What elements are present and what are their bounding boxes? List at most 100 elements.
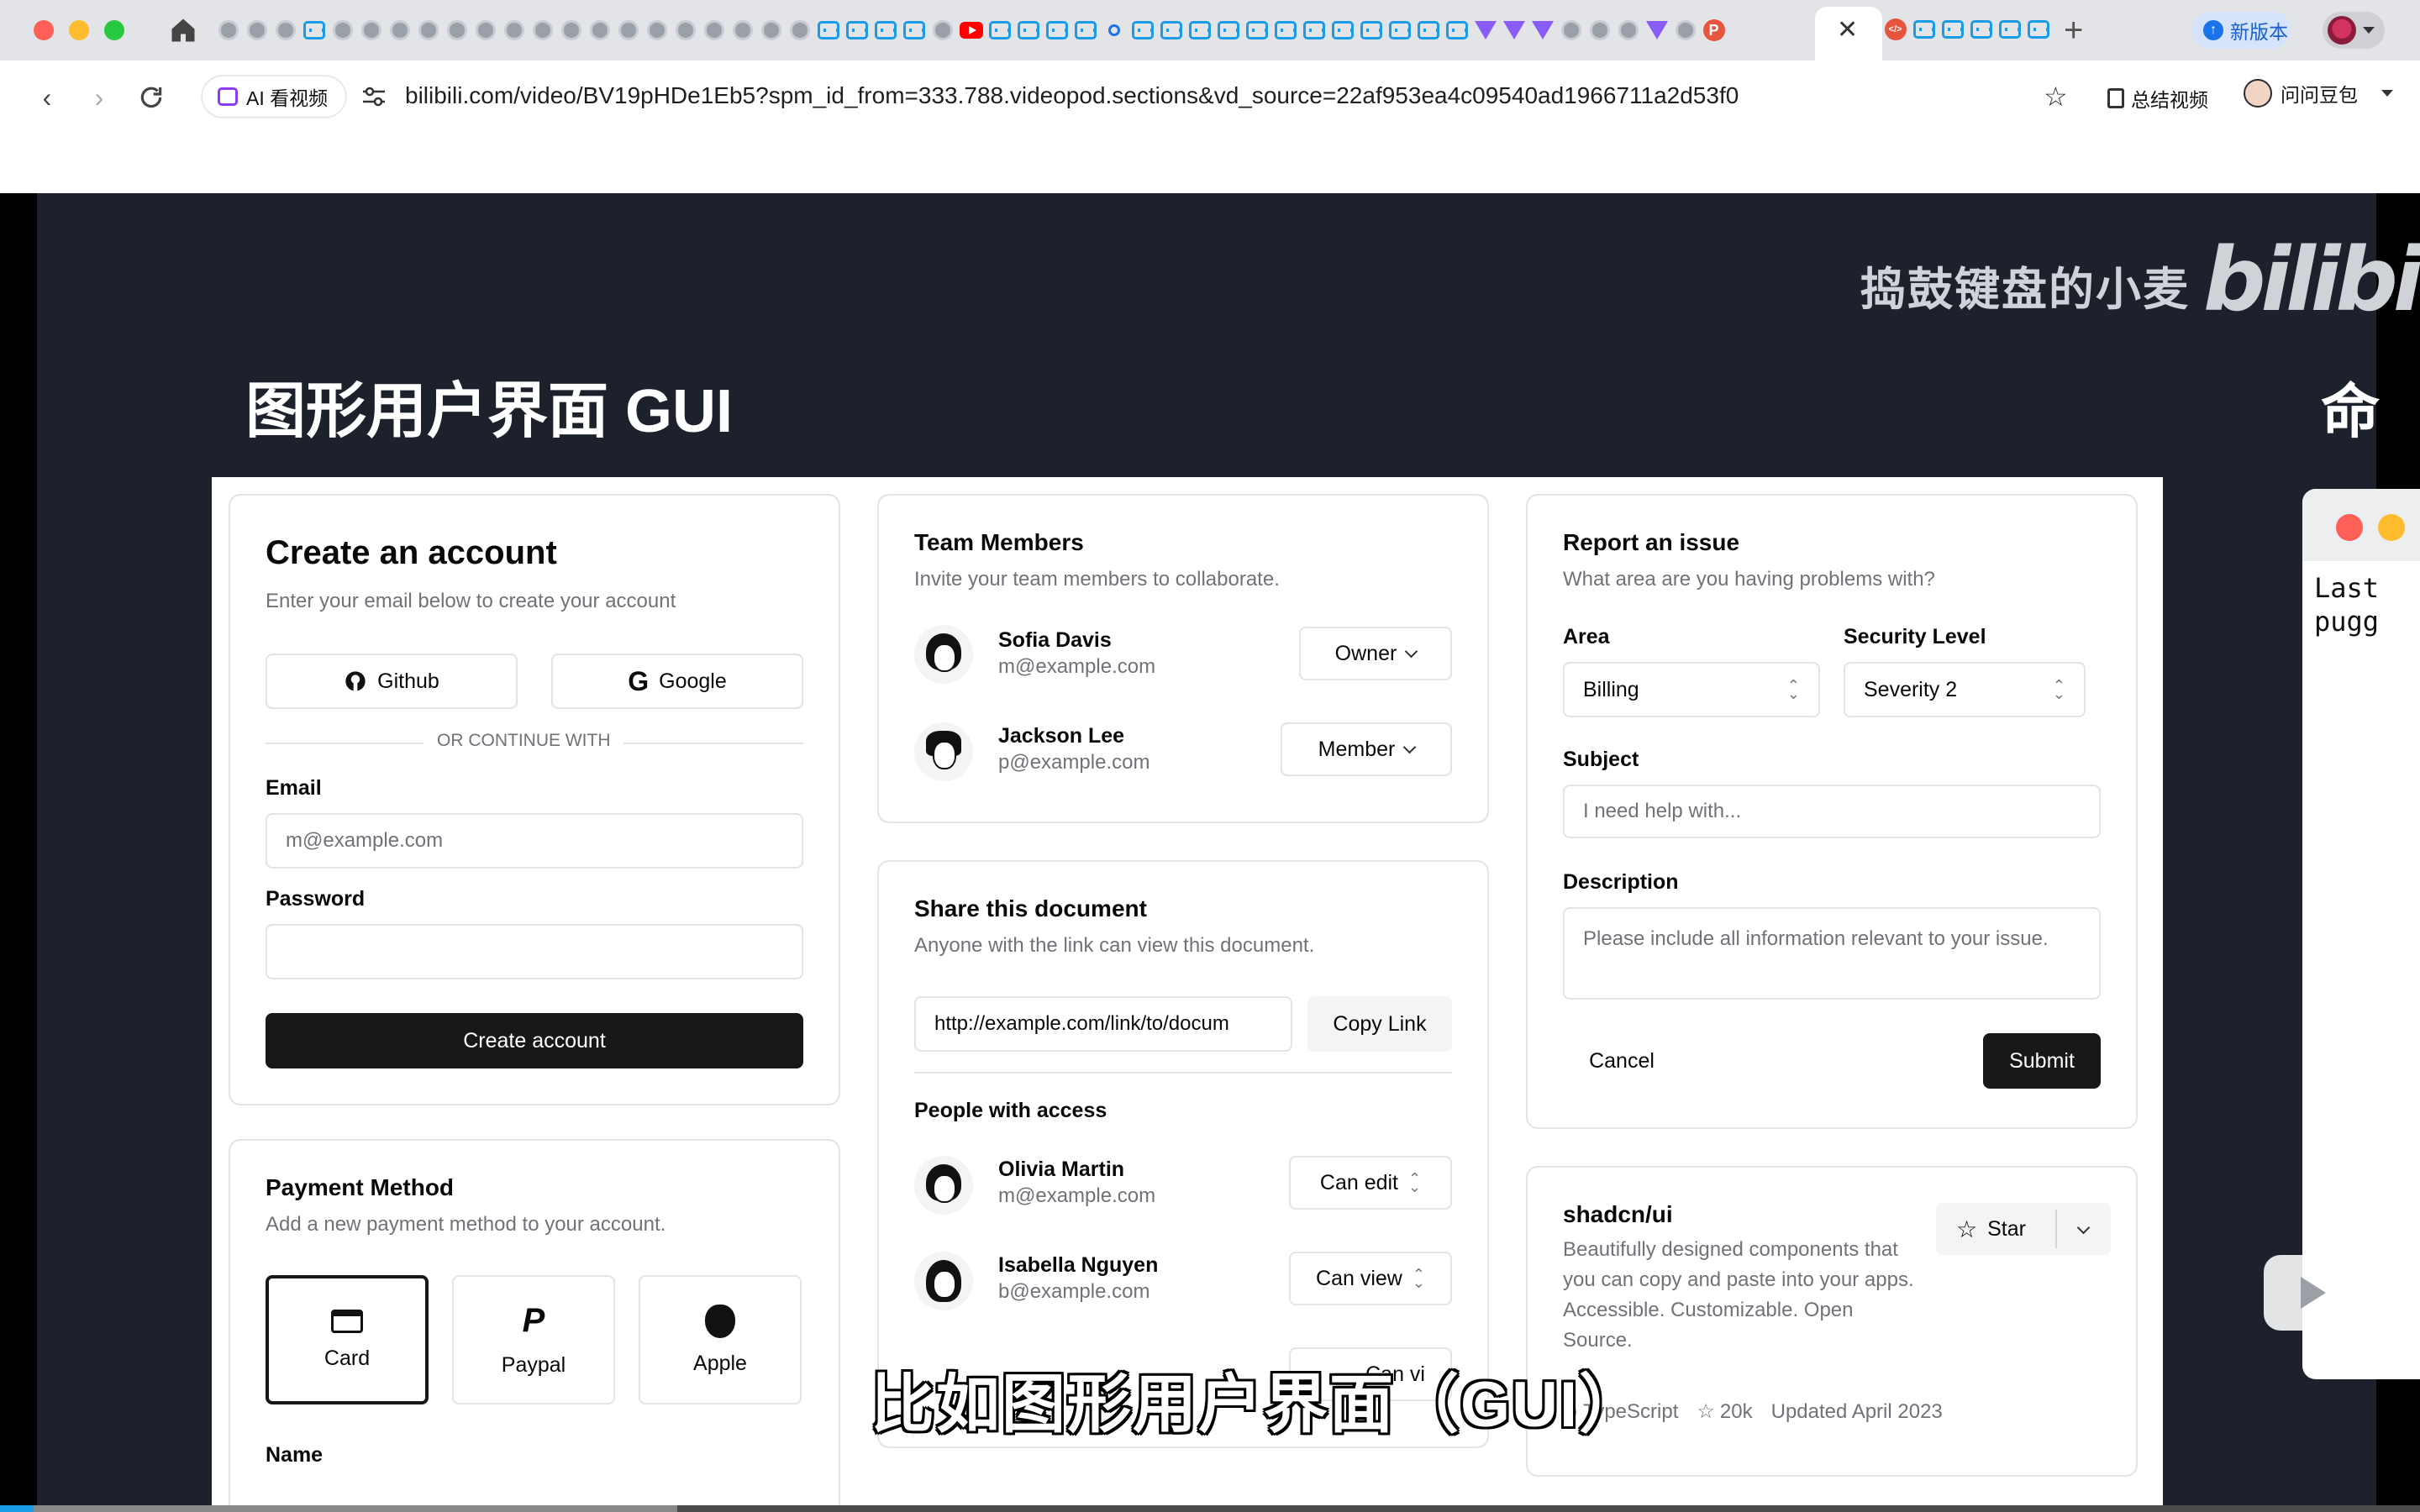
new-tab-button[interactable]: +: [2064, 10, 2083, 50]
email-field[interactable]: m@example.com: [266, 813, 803, 869]
globe-icon[interactable]: [929, 18, 955, 43]
vite-icon[interactable]: [1529, 18, 1555, 43]
bilibili-icon[interactable]: [1968, 17, 1994, 42]
maximize-window-button[interactable]: [104, 20, 124, 40]
globe-icon[interactable]: [729, 18, 755, 43]
bilibili-icon[interactable]: [1358, 18, 1384, 43]
doubao-button[interactable]: 问问豆包: [2244, 79, 2393, 108]
globe-icon[interactable]: [529, 18, 555, 43]
share-link-field[interactable]: http://example.com/link/to/docum: [914, 996, 1292, 1052]
payment-option-apple[interactable]: Apple: [639, 1275, 802, 1404]
bilibili-icon[interactable]: [844, 18, 870, 43]
bilibili-icon[interactable]: [1386, 18, 1413, 43]
description-textarea[interactable]: Please include all information relevant …: [1563, 907, 2101, 1000]
terminal-close-button[interactable]: [2336, 514, 2363, 541]
globe-icon[interactable]: [387, 18, 413, 43]
globe-icon[interactable]: [244, 18, 270, 43]
vite-icon[interactable]: [1472, 18, 1498, 43]
globe-icon[interactable]: [786, 18, 813, 43]
bilibili-icon[interactable]: [2025, 17, 2051, 42]
terminal-minimize-button[interactable]: [2378, 514, 2405, 541]
bilibili-icon[interactable]: [1444, 18, 1470, 43]
bilibili-icon[interactable]: [1015, 18, 1041, 43]
youtube-icon[interactable]: [958, 18, 984, 43]
globe-icon[interactable]: [1672, 18, 1698, 43]
bilibili-icon[interactable]: [301, 18, 327, 43]
globe-icon[interactable]: [501, 18, 527, 43]
password-field[interactable]: [266, 924, 803, 979]
new-version-button[interactable]: ↑ 新版本: [2191, 12, 2291, 49]
globe-icon[interactable]: [1615, 18, 1641, 43]
globe-icon[interactable]: [415, 18, 441, 43]
bilibili-icon[interactable]: [872, 18, 898, 43]
bilibili-icon[interactable]: [1129, 18, 1155, 43]
code-icon[interactable]: </>: [1882, 17, 1908, 42]
bilibili-icon[interactable]: [1215, 18, 1241, 43]
globe-icon[interactable]: [329, 18, 355, 43]
globe-icon[interactable]: [358, 18, 384, 43]
globe-icon[interactable]: [272, 18, 298, 43]
bilibili-icon[interactable]: [1158, 18, 1184, 43]
globe-icon[interactable]: [758, 18, 784, 43]
submit-button[interactable]: Submit: [1983, 1033, 2101, 1089]
close-window-button[interactable]: [34, 20, 54, 40]
forward-icon[interactable]: ›: [82, 81, 116, 114]
bilibili-icon[interactable]: [1044, 18, 1070, 43]
reload-icon[interactable]: [138, 84, 165, 111]
globe-icon[interactable]: [215, 18, 241, 43]
bilibili-icon[interactable]: [815, 18, 841, 43]
payment-option-paypal[interactable]: P Paypal: [452, 1275, 615, 1404]
globe-icon[interactable]: [644, 18, 670, 43]
vite-icon[interactable]: [1644, 18, 1670, 43]
payment-option-card[interactable]: Card: [266, 1275, 429, 1404]
bilibili-icon[interactable]: [1939, 17, 1965, 42]
bilibili-icon[interactable]: [1301, 18, 1327, 43]
globe-icon[interactable]: [1558, 18, 1584, 43]
bilibili-icon[interactable]: [1996, 17, 2023, 42]
bilibili-icon[interactable]: [1329, 18, 1355, 43]
role-select[interactable]: Owner: [1299, 627, 1452, 680]
globe-icon[interactable]: [701, 18, 727, 43]
url-field[interactable]: bilibili.com/video/BV19pHDe1Eb5?spm_id_f…: [405, 82, 1739, 109]
bilibili-icon[interactable]: [1072, 18, 1098, 43]
subject-field[interactable]: I need help with...: [1563, 785, 2101, 838]
video-player[interactable]: 捣鼓键盘的小麦 bilibili 图形用户界面 GUI 命 Create an …: [0, 193, 2420, 1512]
access-select[interactable]: Can edit ⌃ ⌄: [1289, 1156, 1452, 1210]
vite-icon[interactable]: [1501, 18, 1527, 43]
summarize-video-button[interactable]: 总结视频: [2107, 84, 2208, 113]
role-select[interactable]: Member: [1281, 722, 1452, 776]
access-select[interactable]: Can view ⌃ ⌄: [1289, 1252, 1452, 1305]
globe-icon[interactable]: [587, 18, 613, 43]
search-icon[interactable]: [1101, 18, 1127, 43]
close-tab-icon[interactable]: ✕: [1837, 15, 1858, 45]
play-icon[interactable]: [2264, 1255, 2354, 1331]
ai-video-button[interactable]: AI 看视频: [202, 76, 346, 118]
globe-icon[interactable]: [672, 18, 698, 43]
globe-icon[interactable]: [444, 18, 470, 43]
google-button[interactable]: G Google: [551, 654, 803, 709]
bookmark-star-icon[interactable]: ☆: [2044, 81, 2068, 113]
bilibili-icon[interactable]: [1186, 18, 1213, 43]
create-account-button[interactable]: Create account: [266, 1013, 803, 1068]
bilibili-icon[interactable]: [1911, 17, 1937, 42]
globe-icon[interactable]: [472, 18, 498, 43]
bilibili-icon[interactable]: [1244, 18, 1270, 43]
globe-icon[interactable]: [558, 18, 584, 43]
site-settings-icon[interactable]: [361, 86, 387, 108]
bilibili-icon[interactable]: [986, 18, 1013, 43]
profile-menu[interactable]: [2323, 12, 2385, 49]
globe-icon[interactable]: [1586, 18, 1612, 43]
home-icon[interactable]: [168, 15, 198, 45]
minimize-window-button[interactable]: [69, 20, 89, 40]
security-level-select[interactable]: Severity 2 ⌃ ⌄: [1844, 662, 2086, 717]
video-progress-bar[interactable]: [0, 1505, 2420, 1512]
bilibili-icon[interactable]: [1415, 18, 1441, 43]
github-button[interactable]: Github: [266, 654, 518, 709]
back-icon[interactable]: ‹: [30, 81, 64, 114]
p-app-icon[interactable]: P: [1701, 18, 1727, 43]
globe-icon[interactable]: [615, 18, 641, 43]
bilibili-icon[interactable]: [901, 18, 927, 43]
copy-link-button[interactable]: Copy Link: [1307, 996, 1452, 1052]
cancel-button[interactable]: Cancel: [1563, 1033, 1681, 1089]
bilibili-icon[interactable]: [1272, 18, 1298, 43]
